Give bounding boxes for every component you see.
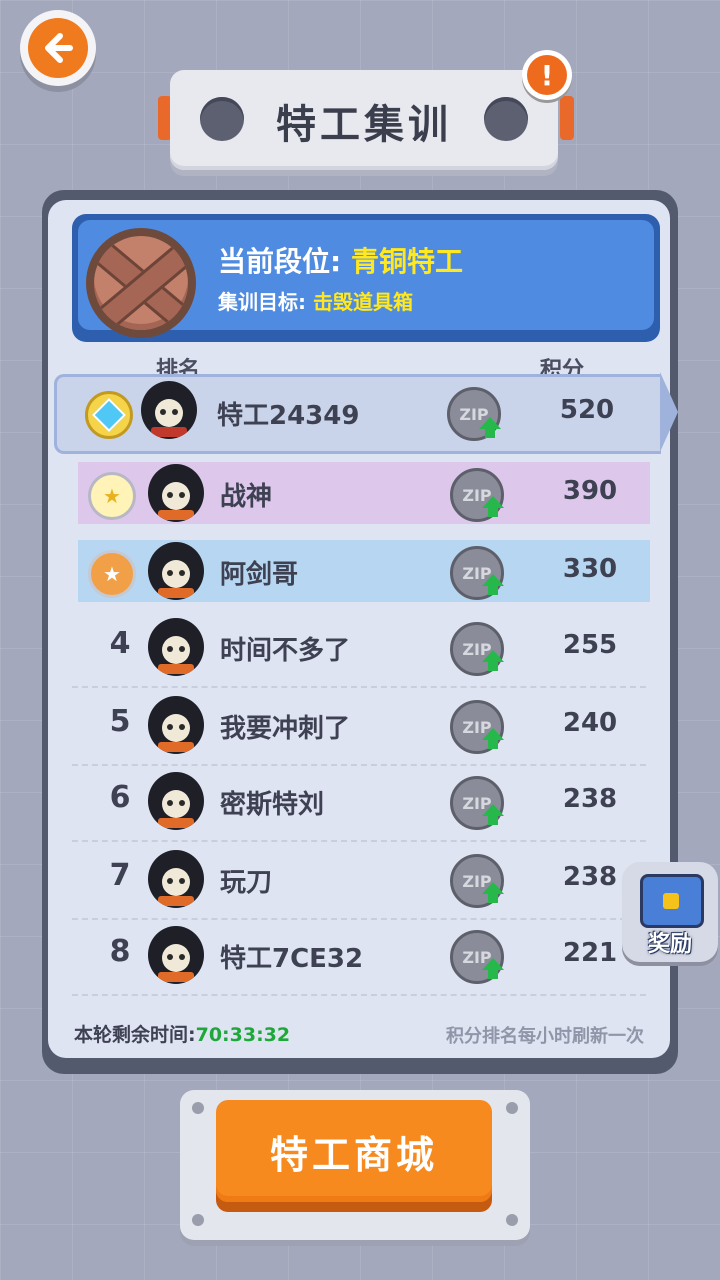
current-rank-banner: 当前段位: 青铜特工 集训目标: 击毁道具箱 xyxy=(72,214,660,342)
player-score: 221 xyxy=(562,938,618,968)
avatar xyxy=(148,850,204,908)
player-name: 战神 xyxy=(220,482,273,512)
rank-number: 6 xyxy=(109,780,131,815)
avatar xyxy=(141,381,197,439)
bronze-star-badge-icon: ★ xyxy=(88,550,136,598)
player-name: 特工7CE32 xyxy=(220,944,364,974)
exclamation-icon: ! xyxy=(527,55,567,95)
player-name: 阿剑哥 xyxy=(220,560,299,590)
table-row[interactable]: 4 时间不多了 ZIP 255 xyxy=(78,616,650,678)
player-score: 255 xyxy=(562,630,618,660)
table-row[interactable]: ★ 阿剑哥 ZIP 330 xyxy=(78,540,650,602)
screw-icon xyxy=(192,1214,204,1226)
player-name: 我要冲刺了 xyxy=(220,714,351,744)
back-button[interactable] xyxy=(20,10,96,86)
player-name: 玩刀 xyxy=(220,868,273,898)
table-row[interactable]: 7 玩刀 ZIP 238 xyxy=(78,848,650,910)
screw-icon xyxy=(506,1102,518,1114)
rank-number: 5 xyxy=(109,704,131,739)
player-score: 238 xyxy=(562,862,618,892)
reward-button[interactable]: 奖励 xyxy=(622,862,718,962)
player-score: 520 xyxy=(559,395,615,425)
row-divider xyxy=(72,918,646,920)
title-plate: 特工集训 xyxy=(170,70,558,170)
player-name: 特工24349 xyxy=(217,401,360,431)
row-divider xyxy=(72,840,646,842)
reward-label: 奖励 xyxy=(647,932,692,957)
avatar xyxy=(148,618,204,676)
row-divider xyxy=(72,994,646,996)
avatar xyxy=(148,696,204,754)
player-score: 330 xyxy=(562,554,618,584)
player-name: 时间不多了 xyxy=(220,636,351,666)
table-row[interactable]: ★ 战神 ZIP 390 xyxy=(78,462,650,524)
back-arrow-icon xyxy=(28,18,88,78)
screw-icon xyxy=(506,1214,518,1226)
countdown-value: 70:33:32 xyxy=(195,1024,291,1046)
table-row-current-player[interactable]: 特工24349 ZIP 520 xyxy=(54,374,661,454)
agent-shop-button[interactable]: 特工商城 xyxy=(216,1100,492,1202)
table-row[interactable]: 8 特工7CE32 ZIP 221 xyxy=(78,924,650,986)
player-score: 390 xyxy=(562,476,618,506)
avatar xyxy=(148,926,204,984)
current-rank-value: 青铜特工 xyxy=(350,245,463,278)
player-score: 238 xyxy=(562,784,618,814)
title-plate-tab-right xyxy=(560,96,574,140)
rank-number: 8 xyxy=(109,934,131,969)
player-name: 密斯特刘 xyxy=(220,790,325,820)
page-title: 特工集训 xyxy=(276,102,452,148)
current-player-pointer xyxy=(660,372,678,452)
leaderboard-panel-inner: 当前段位: 青铜特工 集训目标: 击毁道具箱 排名 积分 特工24349 ZIP… xyxy=(48,200,678,1058)
round-remaining-time: 本轮剩余时间:70:33:32 xyxy=(74,1024,291,1046)
bronze-rank-medal-icon xyxy=(86,228,196,338)
row-divider xyxy=(72,764,646,766)
avatar xyxy=(148,542,204,600)
table-row[interactable]: 6 密斯特刘 ZIP 238 xyxy=(78,770,650,832)
training-goal-text: 集训目标: 击毁道具箱 xyxy=(218,290,413,314)
leaderboard-panel: 当前段位: 青铜特工 集训目标: 击毁道具箱 排名 积分 特工24349 ZIP… xyxy=(42,190,678,1074)
diamond-rank-badge-icon xyxy=(85,391,133,439)
info-alert-button[interactable]: ! xyxy=(522,50,572,100)
refresh-note: 积分排名每小时刷新一次 xyxy=(446,1026,644,1047)
avatar xyxy=(148,772,204,830)
current-rank-text: 当前段位: 青铜特工 xyxy=(218,245,463,278)
rank-number: 7 xyxy=(109,858,131,893)
training-goal-value: 击毁道具箱 xyxy=(312,290,413,314)
treasure-chest-icon xyxy=(640,874,704,928)
table-row[interactable]: 5 我要冲刺了 ZIP 240 xyxy=(78,694,650,756)
avatar xyxy=(148,464,204,522)
row-divider xyxy=(72,686,646,688)
gold-star-badge-icon: ★ xyxy=(88,472,136,520)
player-score: 240 xyxy=(562,708,618,738)
rank-number: 4 xyxy=(109,626,131,661)
screw-icon xyxy=(192,1102,204,1114)
